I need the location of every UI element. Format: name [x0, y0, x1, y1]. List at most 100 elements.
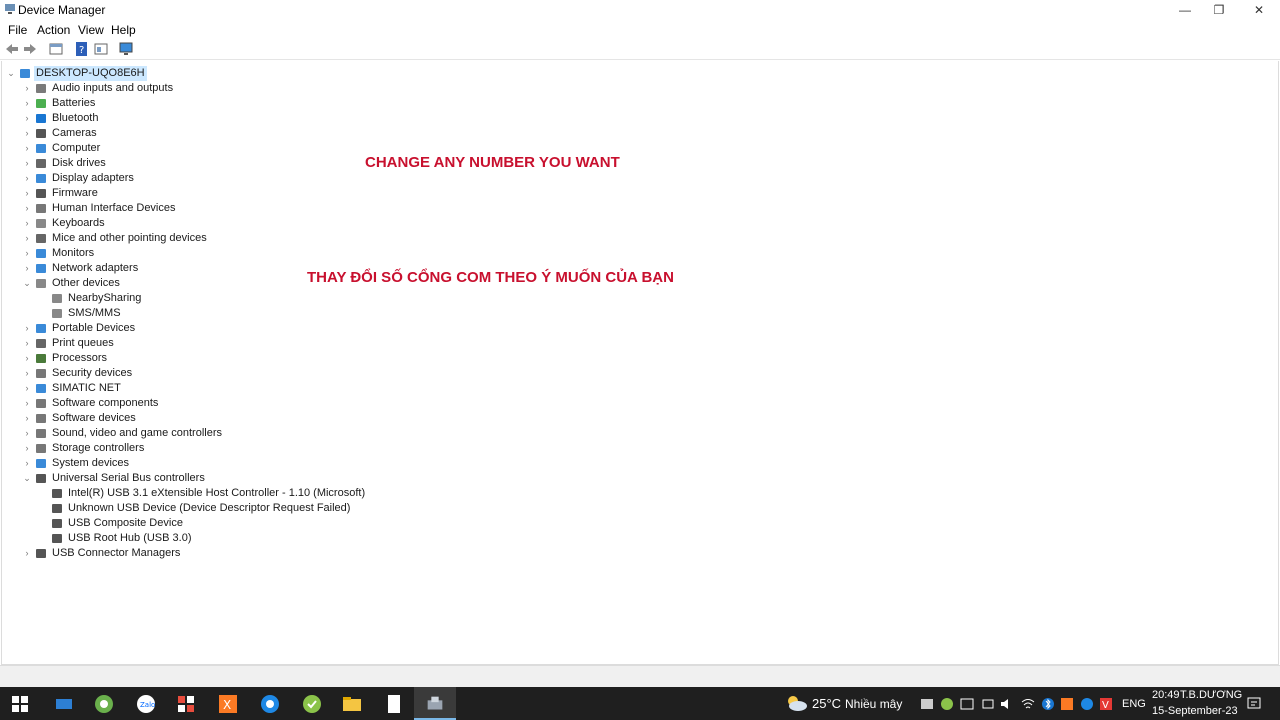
- tree-category[interactable]: › Bluetooth: [22, 111, 922, 126]
- tree-category[interactable]: › Monitors: [22, 246, 922, 261]
- app-blue-circle-icon[interactable]: [258, 692, 282, 716]
- tree-device[interactable]: Unknown USB Device (Device Descriptor Re…: [38, 501, 938, 516]
- expand-chevron-icon[interactable]: ›: [22, 246, 32, 261]
- task-view-icon[interactable]: [52, 692, 76, 716]
- expand-chevron-icon[interactable]: ›: [22, 441, 32, 456]
- volume-icon[interactable]: [1000, 697, 1014, 711]
- tree-category[interactable]: › Keyboards: [22, 216, 922, 231]
- close-button[interactable]: ✕: [1239, 0, 1279, 20]
- properties-icon[interactable]: [48, 41, 64, 57]
- tree-category[interactable]: › USB Connector Managers: [22, 546, 922, 561]
- expand-chevron-icon[interactable]: ›: [22, 111, 32, 126]
- tree-device[interactable]: Intel(R) USB 3.1 eXtensible Host Control…: [38, 486, 938, 501]
- expand-chevron-icon[interactable]: ›: [22, 456, 32, 471]
- tree-category[interactable]: › Audio inputs and outputs: [22, 81, 922, 96]
- language-indicator[interactable]: ENG: [1122, 698, 1146, 710]
- bluetooth-tray-icon[interactable]: [1041, 697, 1055, 711]
- tree-category[interactable]: › Portable Devices: [22, 321, 922, 336]
- expand-chevron-icon[interactable]: ›: [22, 171, 32, 186]
- wifi-icon[interactable]: [1021, 697, 1035, 711]
- expand-chevron-icon[interactable]: ›: [22, 396, 32, 411]
- tree-category[interactable]: › Security devices: [22, 366, 922, 381]
- collapse-chevron-icon[interactable]: ⌄: [22, 471, 32, 486]
- expand-chevron-icon[interactable]: ›: [22, 261, 32, 276]
- expand-chevron-icon[interactable]: ›: [22, 96, 32, 111]
- expand-chevron-icon[interactable]: ›: [22, 186, 32, 201]
- help-icon[interactable]: ?: [74, 41, 90, 57]
- menu-help[interactable]: Help: [111, 23, 136, 37]
- expand-chevron-icon[interactable]: ›: [22, 231, 32, 246]
- file-explorer-icon[interactable]: [340, 692, 364, 716]
- tree-category[interactable]: › System devices: [22, 456, 922, 471]
- expand-chevron-icon[interactable]: ›: [22, 81, 32, 96]
- zalo-icon[interactable]: Zalo: [134, 692, 158, 716]
- monitor-icon[interactable]: [118, 41, 134, 57]
- tree-device-label: NearbySharing: [68, 292, 142, 304]
- device-manager-taskbar-button[interactable]: [414, 687, 456, 720]
- expand-chevron-icon[interactable]: ›: [22, 381, 32, 396]
- tray-window-icon[interactable]: [960, 697, 974, 711]
- clock-time[interactable]: 20:49: [1152, 689, 1180, 701]
- expand-chevron-icon[interactable]: ›: [22, 351, 32, 366]
- tree-category[interactable]: › Mice and other pointing devices: [22, 231, 922, 246]
- forward-icon[interactable]: [22, 41, 38, 57]
- windows-start-icon[interactable]: [8, 692, 32, 716]
- tree-category[interactable]: › Software devices: [22, 411, 922, 426]
- tree-category[interactable]: › Batteries: [22, 96, 922, 111]
- tray-blue-app-icon[interactable]: [1080, 697, 1094, 711]
- app-green-icon[interactable]: [92, 692, 116, 716]
- clock-user[interactable]: T.B.DƯƠNG: [1180, 689, 1242, 701]
- collapse-chevron-icon[interactable]: ⌄: [6, 66, 16, 81]
- title-bar[interactable]: Device Manager — ❐ ✕: [0, 0, 1280, 20]
- tree-category[interactable]: › SIMATIC NET: [22, 381, 922, 396]
- app-grid-icon[interactable]: [174, 692, 198, 716]
- tray-power-icon[interactable]: [981, 697, 995, 711]
- expand-chevron-icon[interactable]: ›: [22, 321, 32, 336]
- app-lime-icon[interactable]: [300, 692, 324, 716]
- expand-chevron-icon[interactable]: ›: [22, 411, 32, 426]
- collapse-chevron-icon[interactable]: ⌄: [22, 276, 32, 291]
- menu-view[interactable]: View: [78, 23, 104, 37]
- expand-chevron-icon[interactable]: ›: [22, 141, 32, 156]
- tree-category[interactable]: › Storage controllers: [22, 441, 922, 456]
- expand-chevron-icon[interactable]: ›: [22, 156, 32, 171]
- tree-category[interactable]: › Processors: [22, 351, 922, 366]
- expand-chevron-icon[interactable]: ›: [22, 126, 32, 141]
- tree-category[interactable]: › Human Interface Devices: [22, 201, 922, 216]
- expand-chevron-icon[interactable]: ›: [22, 336, 32, 351]
- weather-temperature[interactable]: 25°C: [812, 696, 841, 711]
- back-icon[interactable]: [4, 41, 20, 57]
- menu-bar: File Action View Help: [0, 20, 1280, 38]
- tree-device[interactable]: SMS/MMS: [38, 306, 938, 321]
- tree-category[interactable]: › Sound, video and game controllers: [22, 426, 922, 441]
- tray-green-app-icon[interactable]: [940, 697, 954, 711]
- menu-action[interactable]: Action: [37, 23, 70, 37]
- expand-chevron-icon[interactable]: ›: [22, 366, 32, 381]
- notepad-icon[interactable]: [382, 692, 406, 716]
- tree-category[interactable]: › Firmware: [22, 186, 922, 201]
- tray-xampp-icon[interactable]: [1060, 697, 1074, 711]
- expand-chevron-icon[interactable]: ›: [22, 216, 32, 231]
- tree-category[interactable]: › Cameras: [22, 126, 922, 141]
- expand-chevron-icon[interactable]: ›: [22, 201, 32, 216]
- expand-chevron-icon[interactable]: ›: [22, 546, 32, 561]
- expand-chevron-icon[interactable]: ›: [22, 426, 32, 441]
- tree-root[interactable]: ⌄ DESKTOP-UQO8E6H: [6, 66, 906, 81]
- tree-category[interactable]: › Display adapters: [22, 171, 922, 186]
- tree-device[interactable]: NearbySharing: [38, 291, 938, 306]
- notification-icon[interactable]: [1246, 696, 1262, 712]
- xampp-icon[interactable]: X: [216, 692, 240, 716]
- tree-category[interactable]: › Print queues: [22, 336, 922, 351]
- weather-cloud-icon[interactable]: [784, 693, 808, 713]
- tray-app-icon[interactable]: [920, 697, 934, 711]
- tree-category[interactable]: › Software components: [22, 396, 922, 411]
- tray-v-app-icon[interactable]: V: [1099, 697, 1113, 711]
- maximize-button[interactable]: ❐: [1199, 0, 1239, 20]
- console-icon[interactable]: [93, 41, 109, 57]
- tree-device[interactable]: USB Composite Device: [38, 516, 938, 531]
- clock-date[interactable]: 15-September-23: [1152, 705, 1238, 717]
- weather-condition[interactable]: Nhiều mây: [845, 697, 902, 711]
- menu-file[interactable]: File: [8, 23, 27, 37]
- tree-category[interactable]: ⌄ Universal Serial Bus controllers: [22, 471, 922, 486]
- tree-device[interactable]: USB Root Hub (USB 3.0): [38, 531, 938, 546]
